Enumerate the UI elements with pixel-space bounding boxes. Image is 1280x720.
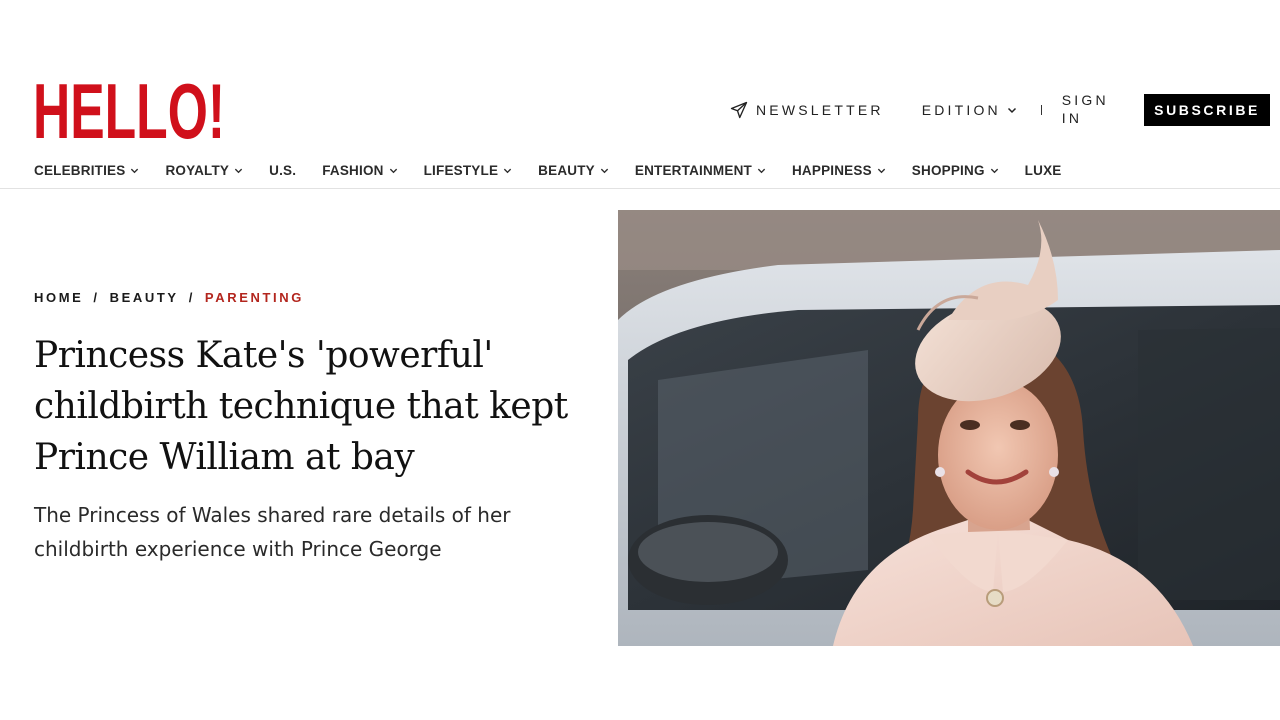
breadcrumb: HOME / BEAUTY / PARENTING xyxy=(34,290,304,305)
breadcrumb-separator: / xyxy=(188,290,195,305)
chevron-down-icon xyxy=(600,168,609,173)
nav-item-us[interactable]: U.S. xyxy=(269,163,296,178)
breadcrumb-home[interactable]: HOME xyxy=(34,290,83,305)
nav-item-celebrities[interactable]: CELEBRITIES xyxy=(34,163,139,178)
breadcrumb-parenting[interactable]: PARENTING xyxy=(205,290,304,305)
paper-plane-icon xyxy=(730,101,748,119)
chevron-down-icon xyxy=(990,168,998,173)
chevron-down-icon xyxy=(877,168,885,173)
breadcrumb-separator: / xyxy=(93,290,100,305)
chevron-down-icon xyxy=(1007,107,1016,114)
nav-label: FASHION xyxy=(322,162,384,178)
chevron-down-icon xyxy=(131,168,139,173)
nav-item-fashion[interactable]: FASHION xyxy=(322,163,397,178)
nav-item-lifestyle[interactable]: LIFESTYLE xyxy=(424,163,513,178)
edition-dropdown[interactable]: EDITION xyxy=(922,102,1017,118)
header-actions: NEWSLETTER EDITION SIGN IN SUBSCRIBE xyxy=(730,92,1270,128)
nav-item-entertainment[interactable]: ENTERTAINMENT xyxy=(635,163,766,178)
divider xyxy=(1040,105,1042,115)
chevron-down-icon xyxy=(389,168,397,173)
sign-in-link[interactable]: SIGN IN xyxy=(1062,92,1126,128)
nav-item-royalty[interactable]: ROYALTY xyxy=(165,163,243,178)
nav-label: HAPPINESS xyxy=(791,162,872,178)
nav-item-happiness[interactable]: HAPPINESS xyxy=(792,163,886,178)
chevron-down-icon xyxy=(757,168,766,173)
nav-label: ROYALTY xyxy=(165,162,230,178)
nav-divider xyxy=(0,188,1280,189)
main-nav: CELEBRITIES ROYALTY U.S. FASHION LIFESTY… xyxy=(34,158,1087,182)
edition-label: EDITION xyxy=(921,102,1001,118)
article-standfirst: The Princess of Wales shared rare detail… xyxy=(34,503,511,561)
nav-label: CELEBRITIES xyxy=(34,162,126,178)
nav-item-beauty[interactable]: BEAUTY xyxy=(538,163,609,178)
chevron-down-icon xyxy=(504,168,512,173)
hero-image[interactable] xyxy=(618,210,1280,646)
subscribe-button[interactable]: SUBSCRIBE xyxy=(1144,94,1270,126)
chevron-down-icon xyxy=(235,168,243,173)
hello-logo[interactable]: HELLO! xyxy=(33,78,227,140)
subscribe-label: SUBSCRIBE xyxy=(1154,102,1260,118)
nav-label: LUXE xyxy=(1024,162,1062,178)
sign-in-label: SIGN IN xyxy=(1061,92,1109,126)
newsletter-label: NEWSLETTER xyxy=(756,102,884,118)
nav-label: LIFESTYLE xyxy=(423,162,499,178)
nav-label: BEAUTY xyxy=(538,162,595,178)
svg-text:HELLO!: HELLO! xyxy=(33,78,225,140)
nav-label: ENTERTAINMENT xyxy=(634,162,752,178)
nav-label: U.S. xyxy=(269,162,297,178)
nav-label: SHOPPING xyxy=(911,162,985,178)
article-headline: Princess Kate's 'powerful' childbirth te… xyxy=(34,335,568,478)
breadcrumb-beauty[interactable]: BEAUTY xyxy=(110,290,179,305)
nav-item-luxe[interactable]: LUXE xyxy=(1025,163,1062,178)
nav-item-shopping[interactable]: SHOPPING xyxy=(912,163,999,178)
newsletter-button[interactable]: NEWSLETTER xyxy=(730,101,884,119)
